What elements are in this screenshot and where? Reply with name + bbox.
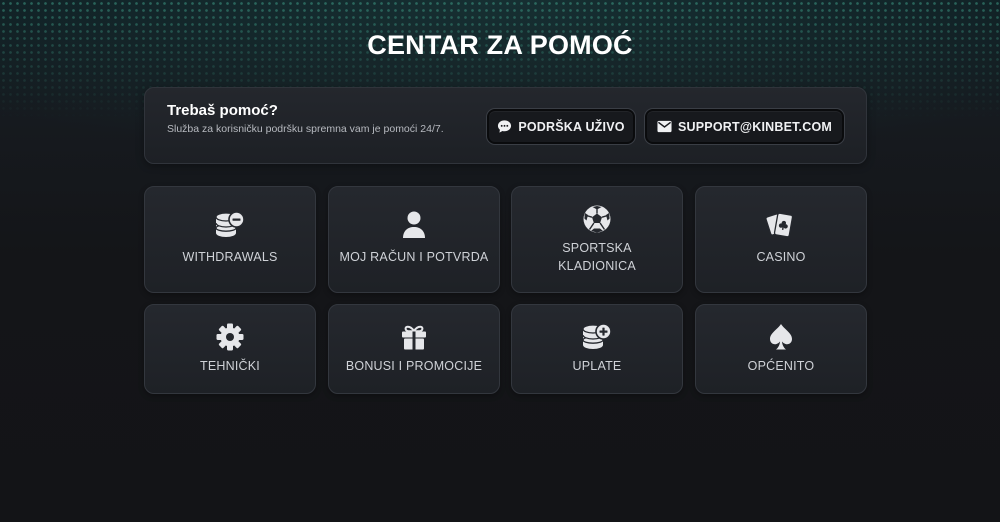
category-sports-betting[interactable]: SPORTSKA KLADIONICA	[511, 186, 683, 293]
category-label: SPORTSKA KLADIONICA	[512, 239, 682, 275]
category-label: OPĆENITO	[747, 359, 815, 373]
support-card: Trebaš pomoć? Služba za korisničku podrš…	[144, 87, 867, 164]
category-label: UPLATE	[572, 359, 622, 373]
support-description: Služba za korisničku podršku spremna vam…	[167, 123, 444, 135]
category-account[interactable]: MOJ RAČUN I POTVRDA	[328, 186, 500, 293]
category-deposits[interactable]: UPLATE	[511, 304, 683, 394]
category-withdrawals[interactable]: WITHDRAWALS	[144, 186, 316, 293]
email-support-button[interactable]: SUPPORT@KINBET.COM	[645, 109, 844, 144]
category-label: WITHDRAWALS	[182, 250, 278, 264]
envelope-icon	[657, 120, 672, 133]
coins-plus-icon	[512, 323, 682, 351]
category-casino[interactable]: CASINO	[695, 186, 867, 293]
live-support-label: PODRŠKA UŽIVO	[518, 119, 625, 134]
category-bonuses[interactable]: BONUSI I PROMOCIJE	[328, 304, 500, 394]
playing-cards-icon	[696, 211, 866, 239]
coins-minus-icon	[145, 211, 315, 239]
category-label: CASINO	[756, 250, 806, 264]
gear-icon	[145, 323, 315, 351]
chat-bubble-icon	[497, 119, 512, 134]
category-label: BONUSI I PROMOCIJE	[345, 359, 483, 373]
category-label: MOJ RAČUN I POTVRDA	[339, 250, 489, 264]
category-label-line1: SPORTSKA	[562, 241, 632, 255]
spade-icon	[696, 323, 866, 351]
gift-icon	[329, 323, 499, 351]
category-technical[interactable]: TEHNIČKI	[144, 304, 316, 394]
category-label-line2: KLADIONICA	[558, 259, 636, 273]
soccer-ball-icon	[512, 204, 682, 234]
email-support-label: SUPPORT@KINBET.COM	[678, 119, 832, 134]
user-icon	[329, 211, 499, 239]
category-label: TEHNIČKI	[200, 359, 260, 373]
category-general[interactable]: OPĆENITO	[695, 304, 867, 394]
support-heading: Trebaš pomoć?	[167, 102, 278, 119]
live-support-button[interactable]: PODRŠKA UŽIVO	[487, 109, 635, 144]
help-center-page: CENTAR ZA POMOĆ Trebaš pomoć? Služba za …	[0, 0, 1000, 522]
page-title: CENTAR ZA POMOĆ	[367, 30, 633, 60]
